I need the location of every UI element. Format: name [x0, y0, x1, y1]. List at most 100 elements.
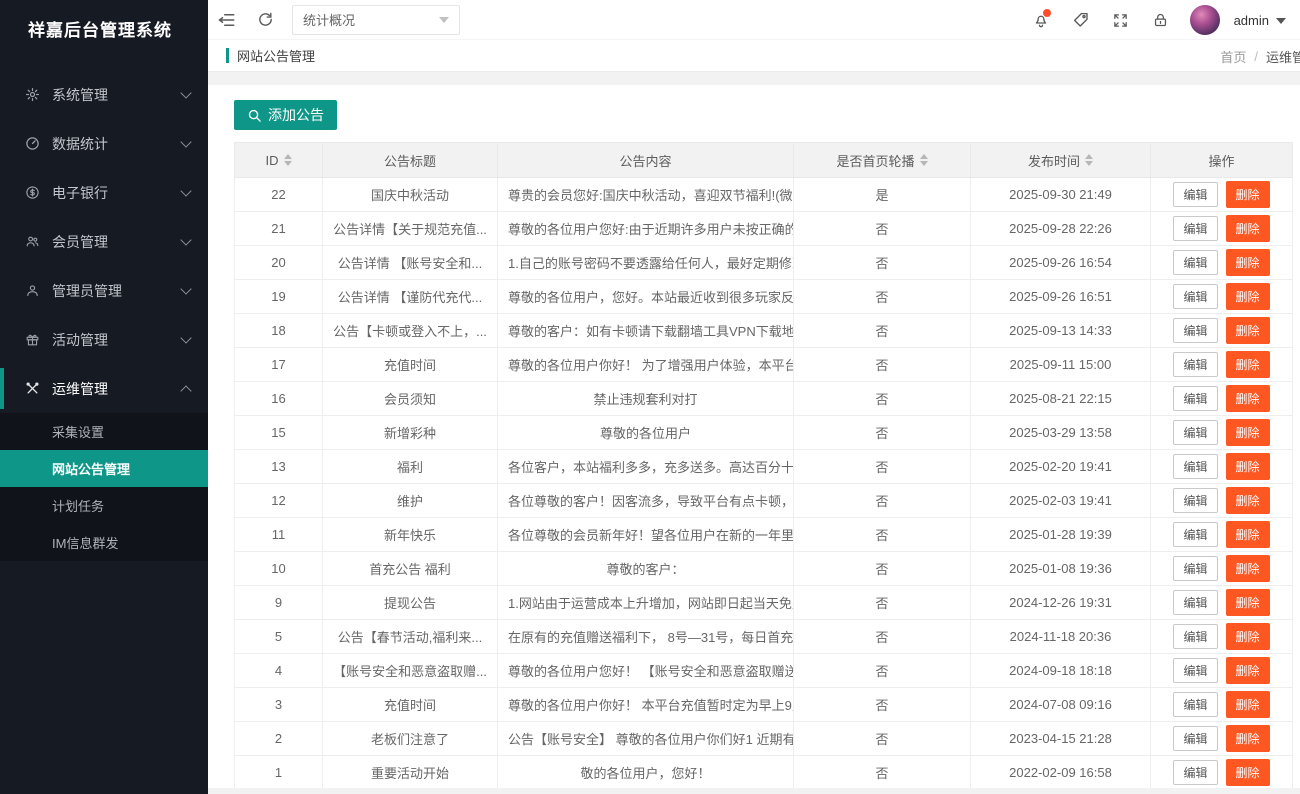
delete-button[interactable]: 删除 [1226, 691, 1270, 718]
breadcrumb-bar: 网站公告管理 首页 / 运维管理 [208, 40, 1300, 72]
edit-button[interactable]: 编辑 [1173, 250, 1217, 275]
edit-button[interactable]: 编辑 [1173, 726, 1217, 751]
cell-time: 2024-12-26 19:31 [971, 586, 1151, 620]
edit-button[interactable]: 编辑 [1173, 556, 1217, 581]
cell-carousel: 否 [794, 756, 971, 789]
delete-button[interactable]: 删除 [1226, 453, 1270, 480]
fullscreen-icon[interactable] [1106, 0, 1136, 40]
lock-icon[interactable] [1146, 0, 1176, 40]
cell-time: 2025-02-03 19:41 [971, 484, 1151, 518]
edit-button[interactable]: 编辑 [1173, 658, 1217, 683]
cell-actions: 编辑删除 [1151, 382, 1293, 416]
menu-fold-icon[interactable] [208, 0, 246, 40]
sidebar-item-系统管理[interactable]: 系统管理 [0, 70, 208, 119]
delete-button[interactable]: 删除 [1226, 623, 1270, 650]
sort-icon[interactable] [920, 154, 928, 166]
tag-icon[interactable] [1066, 0, 1096, 40]
dollar-icon [24, 185, 40, 201]
delete-button[interactable]: 删除 [1226, 589, 1270, 616]
delete-button[interactable]: 删除 [1226, 521, 1270, 548]
add-announcement-button[interactable]: 添加公告 [234, 100, 337, 130]
cell-content: 尊敬的各位用户你好！ 为了增强用户体验，本平台 [498, 348, 794, 382]
edit-button[interactable]: 编辑 [1173, 454, 1217, 479]
delete-button[interactable]: 删除 [1226, 317, 1270, 344]
cell-carousel: 否 [794, 518, 971, 552]
edit-button[interactable]: 编辑 [1173, 420, 1217, 445]
edit-button[interactable]: 编辑 [1173, 216, 1217, 241]
avatar[interactable] [1190, 5, 1220, 35]
delete-button[interactable]: 删除 [1226, 283, 1270, 310]
cell-id: 4 [235, 654, 323, 688]
edit-button[interactable]: 编辑 [1173, 692, 1217, 717]
sidebar-item-活动管理[interactable]: 活动管理 [0, 315, 208, 364]
delete-button[interactable]: 删除 [1226, 759, 1270, 786]
cell-id: 3 [235, 688, 323, 722]
edit-button[interactable]: 编辑 [1173, 522, 1217, 547]
delete-button[interactable]: 删除 [1226, 725, 1270, 752]
edit-button[interactable]: 编辑 [1173, 386, 1217, 411]
column-header-inner: 公告内容 [619, 151, 671, 170]
cell-title: 公告【春节活动,福利来... [323, 620, 498, 654]
column-header-inner: 是否首页轮播 [836, 151, 927, 170]
table-row: 18公告【卡顿或登入不上，...尊敬的客户：如有卡顿请下载翻墙工具VPN下载地址… [235, 314, 1293, 348]
column-header-inner: 操作 [1208, 151, 1234, 170]
column-header-ID: ID [235, 143, 323, 178]
sidebar-item-管理员管理[interactable]: 管理员管理 [0, 266, 208, 315]
cell-content: 尊敬的各位用户，您好。本站最近收到很多玩家反馈 [498, 280, 794, 314]
cell-actions: 编辑删除 [1151, 314, 1293, 348]
cell-actions: 编辑删除 [1151, 484, 1293, 518]
cell-time: 2024-09-18 18:18 [971, 654, 1151, 688]
stats-overview-select[interactable]: 统计概况 [292, 5, 460, 35]
chevron-down-icon [180, 234, 191, 245]
cell-title: 充值时间 [323, 348, 498, 382]
delete-button[interactable]: 删除 [1226, 351, 1270, 378]
cell-time: 2025-08-21 22:15 [971, 382, 1151, 416]
sort-desc-icon [1085, 161, 1093, 166]
delete-button[interactable]: 删除 [1226, 419, 1270, 446]
refresh-icon[interactable] [246, 0, 284, 40]
cell-time: 2025-01-08 19:36 [971, 552, 1151, 586]
cell-title: 公告详情 【谨防代充代... [323, 280, 498, 314]
user-menu[interactable]: admin [1234, 13, 1286, 28]
sidebar-item-数据统计[interactable]: 数据统计 [0, 119, 208, 168]
cell-time: 2025-09-26 16:54 [971, 246, 1151, 280]
notification-badge [1043, 9, 1051, 17]
edit-button[interactable]: 编辑 [1173, 318, 1217, 343]
cell-id: 15 [235, 416, 323, 450]
edit-button[interactable]: 编辑 [1173, 488, 1217, 513]
edit-button[interactable]: 编辑 [1173, 760, 1217, 785]
delete-button[interactable]: 删除 [1226, 249, 1270, 276]
column-header-inner: 公告标题 [384, 151, 436, 170]
cell-carousel: 否 [794, 484, 971, 518]
sidebar-item-会员管理[interactable]: 会员管理 [0, 217, 208, 266]
edit-button[interactable]: 编辑 [1173, 590, 1217, 615]
delete-button[interactable]: 删除 [1226, 487, 1270, 514]
sort-icon[interactable] [1085, 154, 1093, 166]
column-header-label: ID [266, 153, 279, 168]
cell-actions: 编辑删除 [1151, 654, 1293, 688]
submenu-item-计划任务[interactable]: 计划任务 [0, 487, 208, 524]
sidebar-item-运维管理[interactable]: 运维管理 [0, 364, 208, 413]
submenu-item-采集设置[interactable]: 采集设置 [0, 413, 208, 450]
edit-button[interactable]: 编辑 [1173, 352, 1217, 377]
edit-button[interactable]: 编辑 [1173, 624, 1217, 649]
notification-bell-icon[interactable] [1026, 0, 1056, 40]
delete-button[interactable]: 删除 [1226, 181, 1270, 208]
cell-actions: 编辑删除 [1151, 586, 1293, 620]
chevron-down-icon [180, 283, 191, 294]
submenu-item-网站公告管理[interactable]: 网站公告管理 [0, 450, 208, 487]
delete-button[interactable]: 删除 [1226, 657, 1270, 684]
sort-icon[interactable] [284, 154, 292, 166]
sort-desc-icon [920, 161, 928, 166]
edit-button[interactable]: 编辑 [1173, 182, 1217, 207]
submenu-item-IM信息群发[interactable]: IM信息群发 [0, 524, 208, 561]
cell-content: 各位客户，本站福利多多，充多送多。高达百分十二 [498, 450, 794, 484]
delete-button[interactable]: 删除 [1226, 385, 1270, 412]
cell-time: 2024-11-18 20:36 [971, 620, 1151, 654]
breadcrumb-home[interactable]: 首页 [1220, 47, 1246, 66]
delete-button[interactable]: 删除 [1226, 215, 1270, 242]
delete-button[interactable]: 删除 [1226, 555, 1270, 582]
cell-carousel: 否 [794, 348, 971, 382]
edit-button[interactable]: 编辑 [1173, 284, 1217, 309]
sidebar-item-电子银行[interactable]: 电子银行 [0, 168, 208, 217]
